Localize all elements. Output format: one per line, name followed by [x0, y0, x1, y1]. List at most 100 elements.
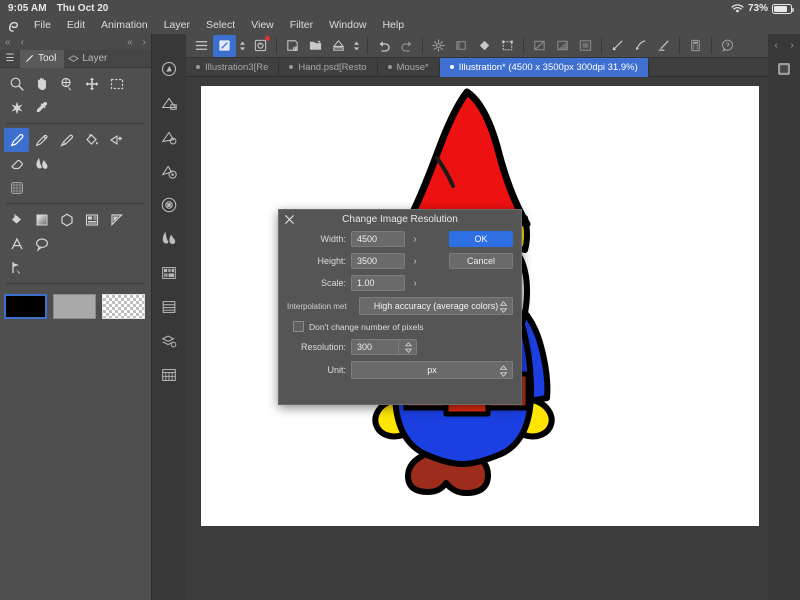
text-tool[interactable]: [4, 232, 29, 256]
menu-item-layer[interactable]: Layer: [156, 17, 198, 34]
record-button[interactable]: [249, 35, 272, 57]
gradient-tool[interactable]: [4, 176, 29, 200]
cancel-button[interactable]: Cancel: [449, 253, 513, 269]
fill-color-button[interactable]: [473, 35, 496, 57]
gradient-square-tool[interactable]: [29, 208, 54, 232]
panel-collapse-button[interactable]: «: [122, 37, 138, 48]
chevron-left-icon[interactable]: ‹: [774, 40, 777, 51]
color-swatches: [0, 290, 151, 325]
panel-prev-all-button[interactable]: «: [0, 37, 16, 48]
scale-field[interactable]: 1.00: [351, 275, 405, 291]
brush-tool[interactable]: [54, 128, 79, 152]
menu-item-help[interactable]: Help: [374, 17, 412, 34]
dont-change-pixels-row[interactable]: Don't change number of pixels: [293, 321, 513, 332]
zoom-tool[interactable]: [4, 72, 29, 96]
undo-button[interactable]: [372, 35, 395, 57]
document-tab-illustration3[interactable]: Illustration3[Re: [186, 57, 280, 77]
auto-select-tool[interactable]: [4, 96, 29, 120]
vector-curve-button[interactable]: [629, 35, 652, 57]
new-document-button[interactable]: [213, 34, 236, 57]
open-button[interactable]: [304, 35, 327, 57]
vector-line-button[interactable]: [652, 35, 675, 57]
help-button[interactable]: [716, 35, 739, 57]
ruler-tool[interactable]: [104, 208, 129, 232]
chevron-right-icon[interactable]: ›: [790, 40, 793, 51]
clock: 9:05 AM: [8, 3, 47, 14]
ok-button[interactable]: OK: [449, 231, 513, 247]
export-button[interactable]: [327, 35, 350, 57]
select-all-button[interactable]: [528, 35, 551, 57]
eraser-tool[interactable]: [4, 152, 29, 176]
panel-next-button[interactable]: ›: [138, 37, 151, 48]
height-label: Height:: [317, 256, 346, 266]
navigator-panel-button[interactable]: [156, 56, 182, 82]
color-circle-panel-button[interactable]: [156, 192, 182, 218]
hand-tool[interactable]: [29, 72, 54, 96]
layer-property-panel-button[interactable]: [156, 328, 182, 354]
menu-icon[interactable]: ☰: [0, 53, 20, 64]
document-tab-hand[interactable]: Hand.psd[Resto: [279, 57, 378, 77]
marquee-select-tool[interactable]: [104, 72, 129, 96]
menu-item-select[interactable]: Select: [198, 17, 243, 34]
move-tool[interactable]: [79, 72, 104, 96]
brush-size-panel-button[interactable]: [156, 90, 182, 116]
airbrush-tool[interactable]: [104, 128, 129, 152]
resolution-field[interactable]: 300: [351, 339, 399, 355]
save-button[interactable]: [281, 35, 304, 57]
menu-item-view[interactable]: View: [243, 17, 282, 34]
color-blend-panel-button[interactable]: [156, 226, 182, 252]
menu-item-file[interactable]: File: [26, 17, 59, 34]
fill-tool[interactable]: [79, 128, 104, 152]
frame-tool[interactable]: [79, 208, 104, 232]
transparent-swatch[interactable]: [102, 294, 145, 319]
operation-tool[interactable]: [4, 256, 29, 280]
pencil-tool[interactable]: [29, 128, 54, 152]
width-expand-icon[interactable]: ›: [405, 234, 425, 245]
balloon-tool[interactable]: [29, 232, 54, 256]
menu-item-edit[interactable]: Edit: [59, 17, 93, 34]
polygon-tool[interactable]: [54, 208, 79, 232]
document-tab-illustration[interactable]: Illustration* (4500 x 3500px 300dpi 31.9…: [439, 57, 649, 77]
document-tab-mouse[interactable]: Mouse*: [378, 57, 440, 77]
tab-tool[interactable]: Tool: [20, 49, 65, 68]
deselect-button[interactable]: [551, 35, 574, 57]
shape-fill-tool[interactable]: [4, 208, 29, 232]
new-document-dropdown[interactable]: [236, 35, 249, 57]
color-set-panel-button[interactable]: [156, 260, 182, 286]
timeline-panel-button[interactable]: [156, 362, 182, 388]
tab-layer[interactable]: Layer: [64, 50, 115, 68]
menu-item-window[interactable]: Window: [321, 17, 374, 34]
menu-item-filter[interactable]: Filter: [282, 17, 321, 34]
main-color-swatch[interactable]: [4, 294, 48, 319]
resolution-stepper[interactable]: [399, 339, 417, 355]
close-icon[interactable]: [284, 214, 295, 225]
eyedropper-tool[interactable]: [29, 96, 54, 120]
sub-color-swatch[interactable]: [53, 294, 97, 319]
panel-prev-button[interactable]: ‹: [16, 37, 29, 48]
sub-tool-detail-panel-button[interactable]: [156, 124, 182, 150]
menu-item-animation[interactable]: Animation: [93, 17, 156, 34]
unit-select[interactable]: px: [351, 361, 513, 379]
clear-button[interactable]: [427, 35, 450, 57]
width-field[interactable]: 4500: [351, 231, 405, 247]
interpolation-select[interactable]: High accuracy (average colors): [359, 297, 513, 315]
unit-label: Unit:: [327, 365, 346, 375]
scale-expand-icon[interactable]: ›: [405, 278, 425, 289]
blend-tool[interactable]: [29, 152, 54, 176]
vector-point-button[interactable]: [606, 35, 629, 57]
material-panel-button[interactable]: [156, 294, 182, 320]
pen-tool[interactable]: [4, 128, 29, 152]
fill-button[interactable]: [450, 35, 473, 57]
height-expand-icon[interactable]: ›: [405, 256, 425, 267]
dont-change-pixels-checkbox[interactable]: [293, 321, 304, 332]
redo-button[interactable]: [395, 35, 418, 57]
invert-selection-button[interactable]: [574, 35, 597, 57]
object-select-tool[interactable]: [54, 72, 79, 96]
canvas-preview-button[interactable]: [775, 60, 793, 78]
quick-access-button[interactable]: [684, 35, 707, 57]
scale-rotate-button[interactable]: [496, 35, 519, 57]
tool-property-panel-button[interactable]: [156, 158, 182, 184]
menu-button[interactable]: [190, 35, 213, 57]
height-field[interactable]: 3500: [351, 253, 405, 269]
export-dropdown[interactable]: [350, 35, 363, 57]
